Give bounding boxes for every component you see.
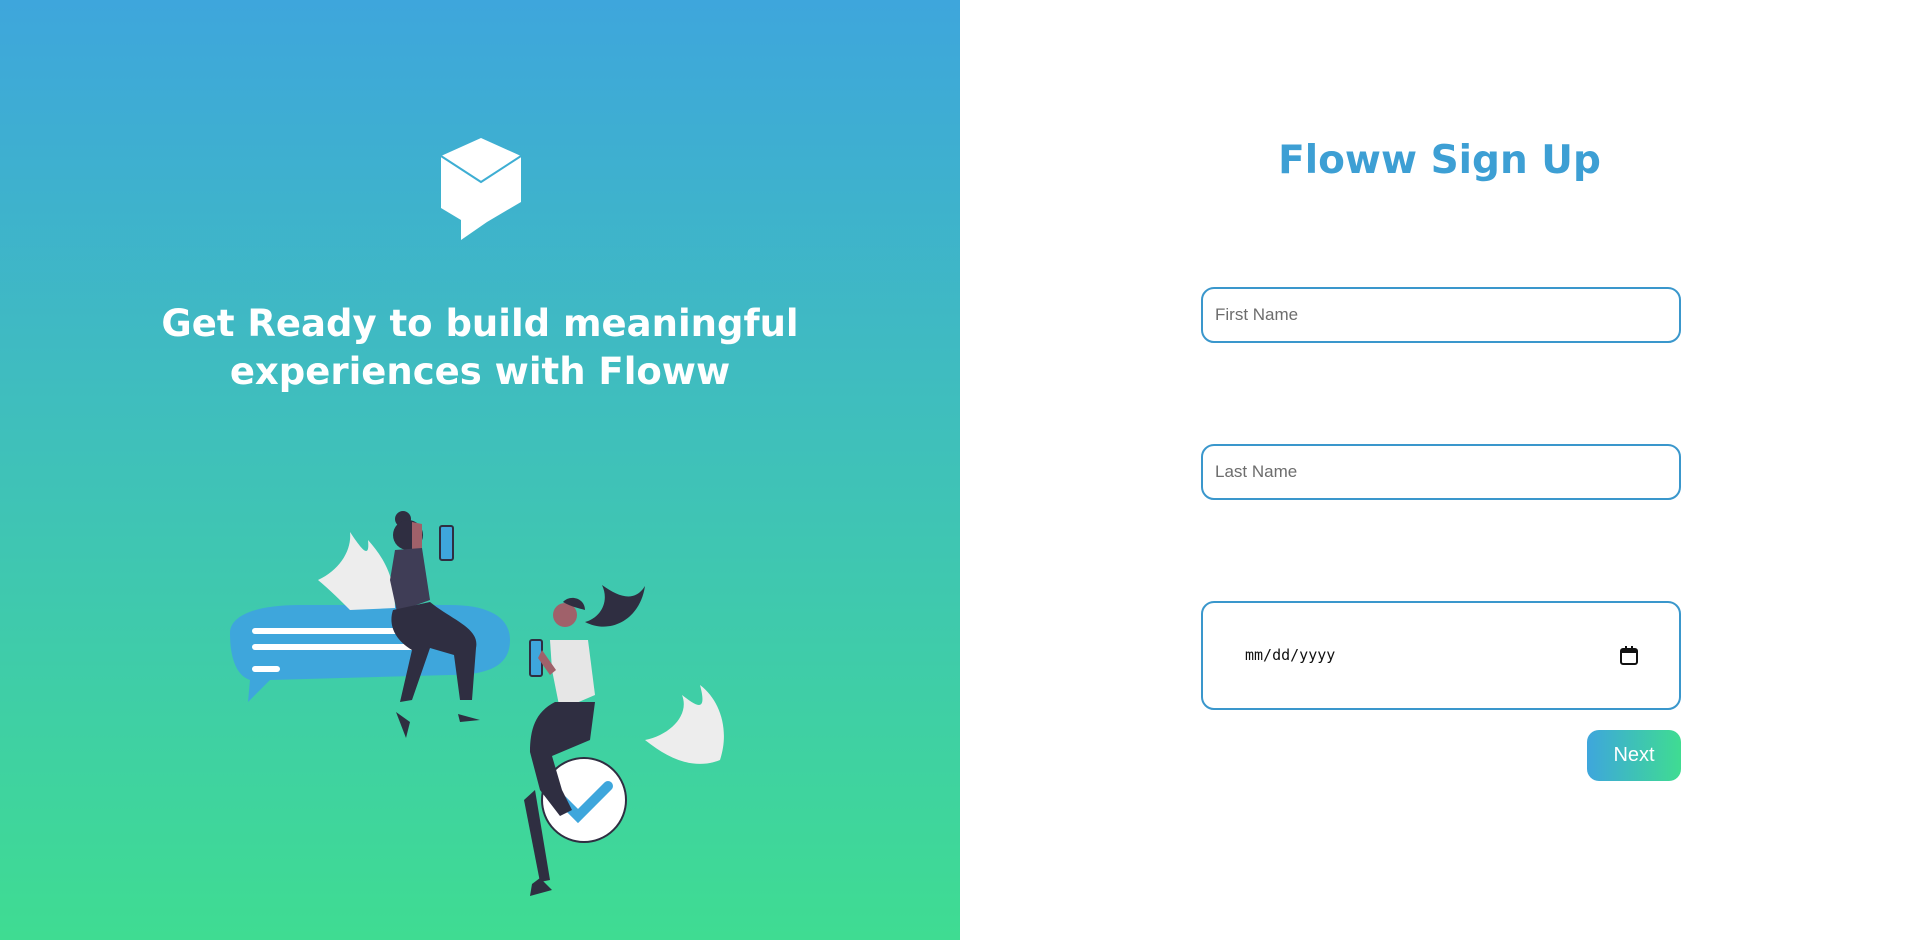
next-button[interactable]: Next [1587, 730, 1681, 781]
first-name-input[interactable] [1201, 287, 1681, 343]
date-placeholder: mm/dd/yyyy [1245, 646, 1336, 664]
signup-title: Floww Sign Up [1278, 138, 1601, 183]
calendar-icon[interactable] [1619, 646, 1639, 666]
hero-panel: Get Ready to build meaningful experience… [0, 0, 960, 940]
hero-tagline: Get Ready to build meaningful experience… [120, 300, 840, 396]
cube-chat-icon [441, 138, 521, 240]
people-chatting-illustration [230, 511, 724, 896]
last-name-input[interactable] [1201, 444, 1681, 500]
tagline-line-2: experiences with Floww [229, 350, 731, 393]
tagline-line-1: Get Ready to build meaningful [161, 302, 799, 345]
signup-panel: Floww Sign Up mm/dd/yyyy Next [960, 0, 1919, 940]
date-of-birth-input[interactable]: mm/dd/yyyy [1201, 601, 1681, 710]
